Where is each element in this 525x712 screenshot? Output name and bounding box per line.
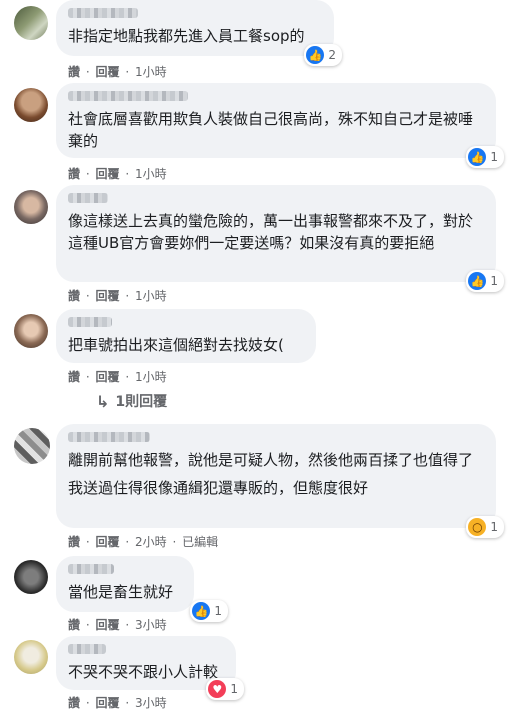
timestamp[interactable]: 1小時 [135, 370, 167, 384]
commenter-name[interactable] [68, 432, 150, 442]
reaction-summary[interactable]: 👍 1 [466, 270, 504, 292]
reply-link[interactable]: 回覆 [96, 535, 120, 549]
reaction-summary[interactable]: ♥ 1 [206, 678, 244, 700]
commenter-name[interactable] [68, 91, 188, 101]
reaction-count: 1 [214, 604, 222, 618]
comment-bubble: 非指定地點我都先進入員工餐sop的 👍 2 [56, 0, 342, 66]
reply-arrow-icon: ↳ [96, 391, 110, 411]
reply-link[interactable]: 回覆 [96, 618, 120, 632]
comment-bubble: 社會底層喜歡用欺負人裝做自己很高尚，殊不知自己才是被唾棄的 👍 1 [56, 83, 504, 168]
like-link[interactable]: 讚 [68, 289, 80, 303]
reaction-count: 2 [328, 48, 336, 62]
comment-actions: 讚 · 回覆 · 1小時 [68, 370, 167, 384]
reply-link[interactable]: 回覆 [96, 167, 120, 181]
reaction-summary[interactable]: ○ 1 [466, 516, 504, 538]
comment-actions: 讚 · 回覆 · 1小時 [68, 289, 167, 303]
thumbs-up-icon: 👍 [468, 148, 487, 166]
avatar[interactable] [14, 428, 50, 464]
comment-bubble: 不哭不哭不跟小人計較 ♥ 1 [56, 636, 244, 700]
comment-actions: 讚 · 回覆 · 3小時 [68, 696, 167, 710]
reaction-summary[interactable]: 👍 2 [304, 44, 342, 66]
reply-link[interactable]: 回覆 [96, 289, 120, 303]
reply-link[interactable]: 回覆 [96, 65, 120, 79]
reaction-summary[interactable]: 👍 1 [190, 600, 228, 622]
timestamp[interactable]: 3小時 [135, 696, 167, 710]
timestamp[interactable]: 1小時 [135, 289, 167, 303]
timestamp[interactable]: 1小時 [135, 167, 167, 181]
comment-text: 像這樣送上去真的蠻危險的，萬一出事報警都來不及了，對於這種UB官方會要妳們一定要… [68, 212, 474, 252]
avatar[interactable] [14, 640, 48, 674]
like-link[interactable]: 讚 [68, 65, 80, 79]
avatar[interactable] [14, 6, 48, 40]
like-link[interactable]: 讚 [68, 696, 80, 710]
reply-link[interactable]: 回覆 [96, 696, 120, 710]
reaction-count: 1 [490, 274, 498, 288]
like-link[interactable]: 讚 [68, 618, 80, 632]
thumbs-up-icon: 👍 [468, 272, 487, 290]
reaction-count: 1 [230, 682, 238, 696]
timestamp[interactable]: 2小時 [135, 535, 167, 549]
comment-text: 社會底層喜歡用欺負人裝做自己很高尚，殊不知自己才是被唾棄的 [68, 110, 474, 150]
commenter-name[interactable] [68, 564, 114, 574]
thumbs-up-icon: 👍 [306, 46, 325, 64]
comment-text: 離開前幫他報警，說他是可疑人物，然後他兩百揉了也值得了 [68, 451, 474, 469]
heart-icon: ♥ [208, 680, 227, 698]
comment-text: 把車號拍出來這個絕對去找妓女( [68, 336, 284, 354]
like-link[interactable]: 讚 [68, 535, 80, 549]
edited-label: 已編輯 [182, 535, 219, 549]
timestamp[interactable]: 3小時 [135, 618, 167, 632]
comment-bubble: 離開前幫他報警，說他是可疑人物，然後他兩百揉了也值得了 我送過住得很像通緝犯還專… [56, 424, 504, 538]
comment-actions: 讚 · 回覆 · 2小時 · 已編輯 [68, 535, 219, 549]
view-replies-link[interactable]: ↳ 1則回覆 [96, 391, 167, 411]
reaction-summary[interactable]: 👍 1 [466, 146, 504, 168]
commenter-name[interactable] [68, 317, 112, 327]
commenter-name[interactable] [68, 193, 108, 203]
like-link[interactable]: 讚 [68, 370, 80, 384]
avatar[interactable] [14, 190, 48, 224]
comment-actions: 讚 · 回覆 · 1小時 [68, 167, 167, 181]
comment-bubble: 把車號拍出來這個絕對去找妓女( [56, 309, 316, 363]
wow-face-icon: ○ [468, 518, 487, 536]
comment-text: 當他是畜生就好 [68, 583, 174, 601]
timestamp[interactable]: 1小時 [135, 65, 167, 79]
comment-actions: 讚 · 回覆 · 3小時 [68, 618, 167, 632]
comment-text: 不哭不哭不跟小人計較 [68, 663, 219, 681]
like-link[interactable]: 讚 [68, 167, 80, 181]
thumbs-up-icon: 👍 [192, 602, 211, 620]
reaction-count: 1 [490, 150, 498, 164]
comment-text-second-line: 我送過住得很像通緝犯還專販的，但態度很好 [68, 479, 369, 497]
commenter-name[interactable] [68, 644, 106, 654]
comment-text: 非指定地點我都先進入員工餐sop的 [68, 27, 305, 45]
comment-actions: 讚 · 回覆 · 1小時 [68, 65, 167, 79]
comment-bubble: 當他是畜生就好 👍 1 [56, 556, 228, 622]
avatar[interactable] [14, 88, 48, 122]
comment-bubble: 像這樣送上去真的蠻危險的，萬一出事報警都來不及了，對於這種UB官方會要妳們一定要… [56, 185, 504, 292]
reply-link[interactable]: 回覆 [96, 370, 120, 384]
reaction-count: 1 [490, 520, 498, 534]
commenter-name[interactable] [68, 8, 138, 18]
avatar[interactable] [14, 560, 48, 594]
avatar[interactable] [14, 314, 48, 348]
